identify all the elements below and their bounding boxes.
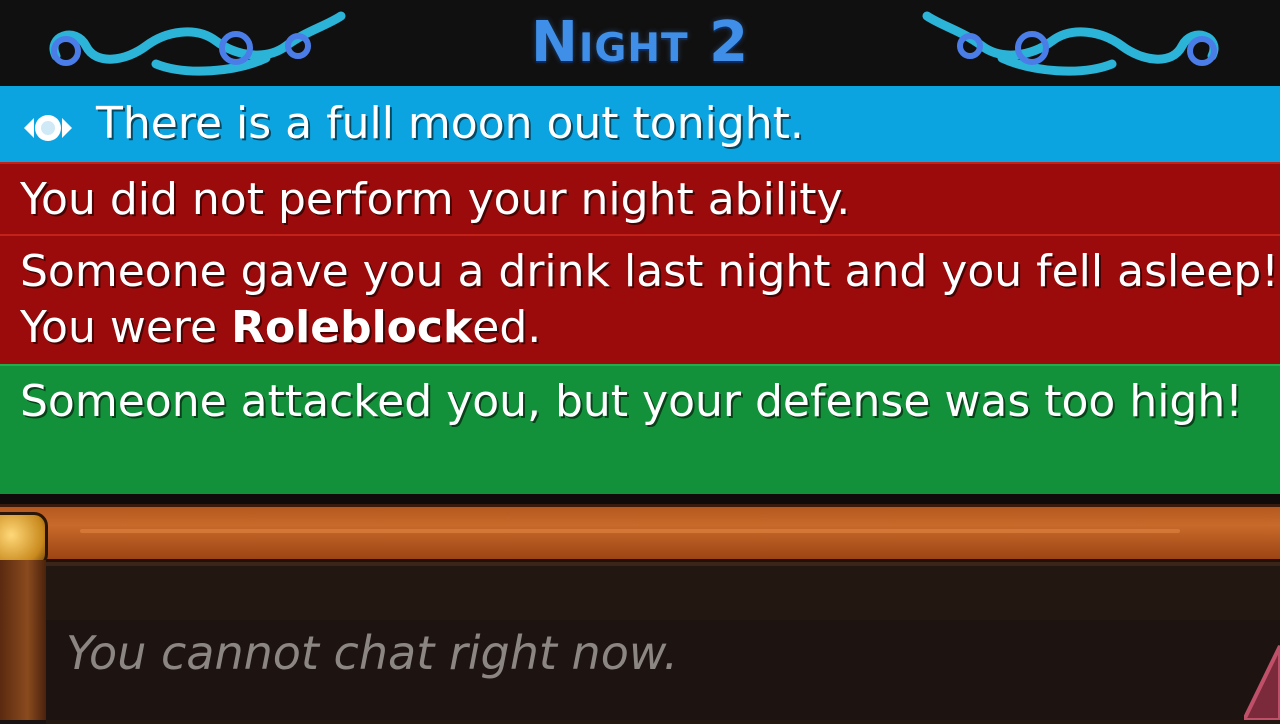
full-moon-text: There is a full moon out tonight. xyxy=(96,98,804,149)
roleblock-text-prefix: Someone gave you a drink last night and … xyxy=(20,246,1279,353)
chat-placeholder: You cannot chat right now. xyxy=(66,626,679,680)
roleblock-message: Someone gave you a drink last night and … xyxy=(0,234,1280,364)
no-ability-message: You did not perform your night ability. xyxy=(0,162,1280,234)
wooden-bar xyxy=(0,504,1280,563)
full-moon-icon xyxy=(24,115,72,141)
night-header: Night 2 xyxy=(0,0,1280,86)
divider xyxy=(0,494,1280,504)
roleblock-text-suffix: ed. xyxy=(472,302,542,353)
wooden-post xyxy=(0,560,46,720)
defense-message: Someone attacked you, but your defense w… xyxy=(0,364,1280,494)
roleblock-keyword: Roleblock xyxy=(231,302,473,353)
full-moon-message: There is a full moon out tonight. xyxy=(0,86,1280,162)
swirl-ornament-icon xyxy=(922,11,1219,76)
warning-triangle-icon[interactable] xyxy=(1244,640,1280,720)
no-ability-text: You did not perform your night ability. xyxy=(20,174,851,225)
defense-text: Someone attacked you, but your defense w… xyxy=(20,376,1243,427)
wood-grain xyxy=(80,529,1180,533)
